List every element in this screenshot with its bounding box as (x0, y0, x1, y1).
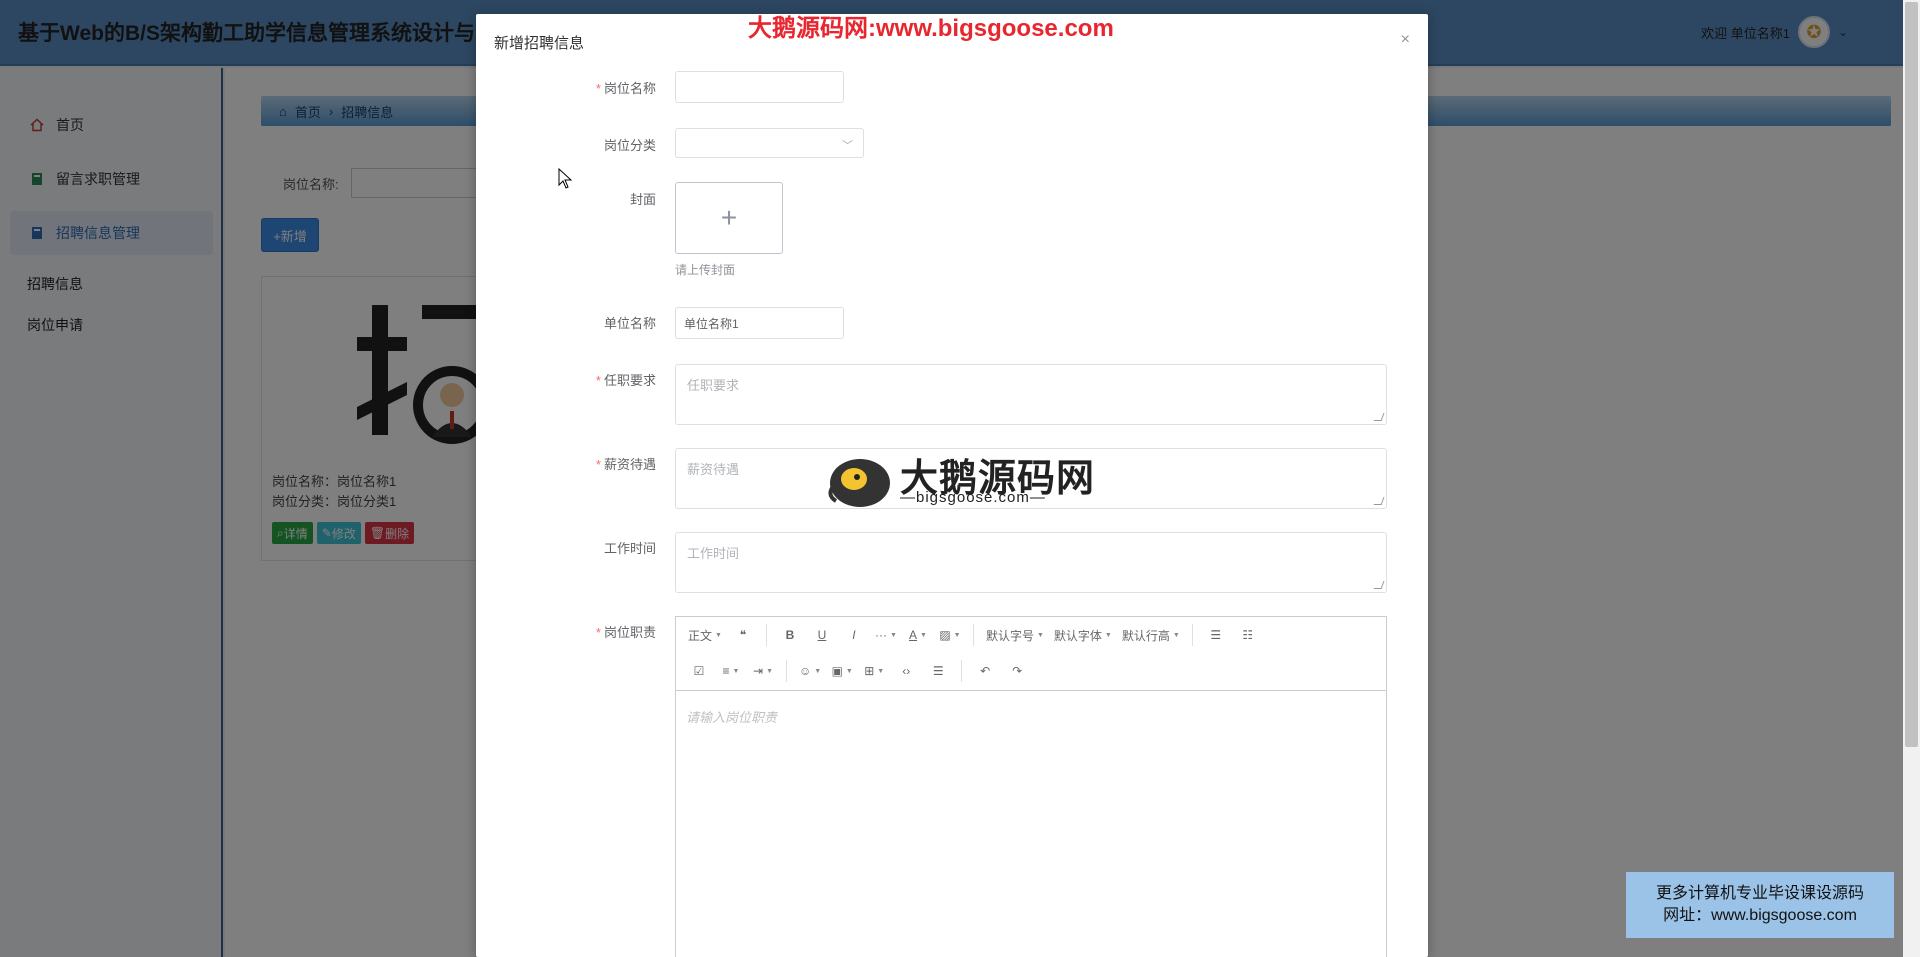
cover-label: 封面 (629, 192, 656, 207)
quote-icon[interactable]: ❝ (728, 621, 758, 649)
work-time-label: 工作时间 (603, 541, 656, 556)
divider-icon[interactable]: ☰ (923, 657, 953, 685)
chevron-down-icon: ﹀ (842, 140, 853, 152)
background-color-icon[interactable]: ▨ ▼ (935, 621, 965, 649)
resize-handle[interactable] (1373, 497, 1385, 505)
salary-label: * 薪资待遇 (595, 457, 656, 472)
goose-logo-icon (828, 459, 890, 507)
paragraph-dropdown[interactable]: 正文 ▼ (684, 621, 726, 649)
unit-name-input[interactable]: 单位名称1 (675, 307, 844, 339)
mouse-cursor-icon (558, 168, 573, 189)
indent-icon[interactable]: ⇥ ▼ (748, 657, 778, 685)
work-time-textarea[interactable]: 工作时间 (675, 532, 1387, 593)
cover-upload[interactable]: + (675, 182, 783, 254)
cover-upload-tip: 请上传封面 (675, 263, 736, 277)
code-icon[interactable]: ‹› (891, 657, 921, 685)
salary-placeholder: 薪资待遇 (687, 462, 740, 477)
italic-icon[interactable]: I (839, 621, 869, 649)
todo-icon[interactable]: ☑ (684, 657, 714, 685)
numbered-list-icon[interactable]: ☷ (1233, 621, 1263, 649)
unit-name-label: 单位名称 (603, 316, 656, 331)
watermark-center: 大鹅源码网 —bigsgoose.com— (824, 447, 1124, 511)
align-icon[interactable]: ≡ ▼ (716, 657, 746, 685)
duties-editor-body[interactable]: 请输入岗位职责 (676, 691, 1386, 742)
plus-icon: + (720, 202, 738, 233)
position-name-input[interactable] (675, 71, 844, 103)
watermark-box: 更多计算机专业毕设课设源码 网址：www.bigsgoose.com (1626, 872, 1894, 938)
page-scrollbar[interactable] (1903, 0, 1920, 957)
font-family-label: 默认字体 (1053, 628, 1102, 643)
requirements-placeholder: 任职要求 (687, 378, 740, 393)
line-height-dropdown[interactable]: 默认行高 ▼ (1118, 621, 1184, 649)
resize-handle[interactable] (1373, 581, 1385, 589)
font-size-dropdown[interactable]: 默认字号 ▼ (982, 621, 1048, 649)
watermark-box-line2: 网址：www.bigsgoose.com (1663, 907, 1857, 924)
resize-handle[interactable] (1373, 413, 1385, 421)
watermark-box-line1: 更多计算机专业毕设课设源码 (1655, 885, 1864, 902)
emoji-icon[interactable]: ☺ ▼ (795, 657, 825, 685)
underline-icon[interactable]: U (807, 621, 837, 649)
more-icon[interactable]: ··· ▼ (871, 621, 901, 649)
watermark-top: 大鹅源码网:www.bigsgoose.com (748, 15, 1114, 42)
undo-icon[interactable]: ↶ (970, 657, 1000, 685)
font-color-icon[interactable]: A ▼ (903, 621, 933, 649)
table-icon[interactable]: ⊞ ▼ (859, 657, 889, 685)
line-height-label: 默认行高 (1121, 628, 1170, 643)
position-name-label: * 岗位名称 (595, 81, 656, 96)
duties-placeholder: 请输入岗位职责 (686, 710, 778, 725)
watermark-center-en: —bigsgoose.com— (900, 489, 1046, 506)
editor-toolbar: 正文 ▼ ❝ B U I ··· ▼ A ▼ ▨ ▼ 默认字号 ▼ 默认字体 ▼ 默认行高 ▼… (676, 617, 1386, 691)
close-icon[interactable]: × (1401, 31, 1410, 49)
bold-icon[interactable]: B (775, 621, 805, 649)
dialog-title: 新增招聘信息 (494, 35, 585, 52)
duties-rich-editor: 正文 ▼ ❝ B U I ··· ▼ A ▼ ▨ ▼ 默认字号 ▼ 默认字体 ▼ 默认行高 ▼… (675, 616, 1387, 957)
paragraph-label: 正文 (688, 628, 713, 643)
redo-icon[interactable]: ↷ (1002, 657, 1032, 685)
scrollbar-thumb[interactable] (1905, 2, 1918, 747)
duties-label: * 岗位职责 (595, 625, 656, 640)
requirements-textarea[interactable]: 任职要求 (675, 364, 1387, 425)
bulleted-list-icon[interactable]: ☰ (1201, 621, 1231, 649)
image-icon[interactable]: ▣ ▼ (827, 657, 857, 685)
work-time-placeholder: 工作时间 (687, 546, 740, 561)
font-size-label: 默认字号 (985, 628, 1034, 643)
position-category-select[interactable]: ﹀ (675, 128, 864, 158)
position-category-label: 岗位分类 (603, 138, 656, 153)
font-family-dropdown[interactable]: 默认字体 ▼ (1050, 621, 1116, 649)
requirements-label: * 任职要求 (595, 373, 656, 388)
